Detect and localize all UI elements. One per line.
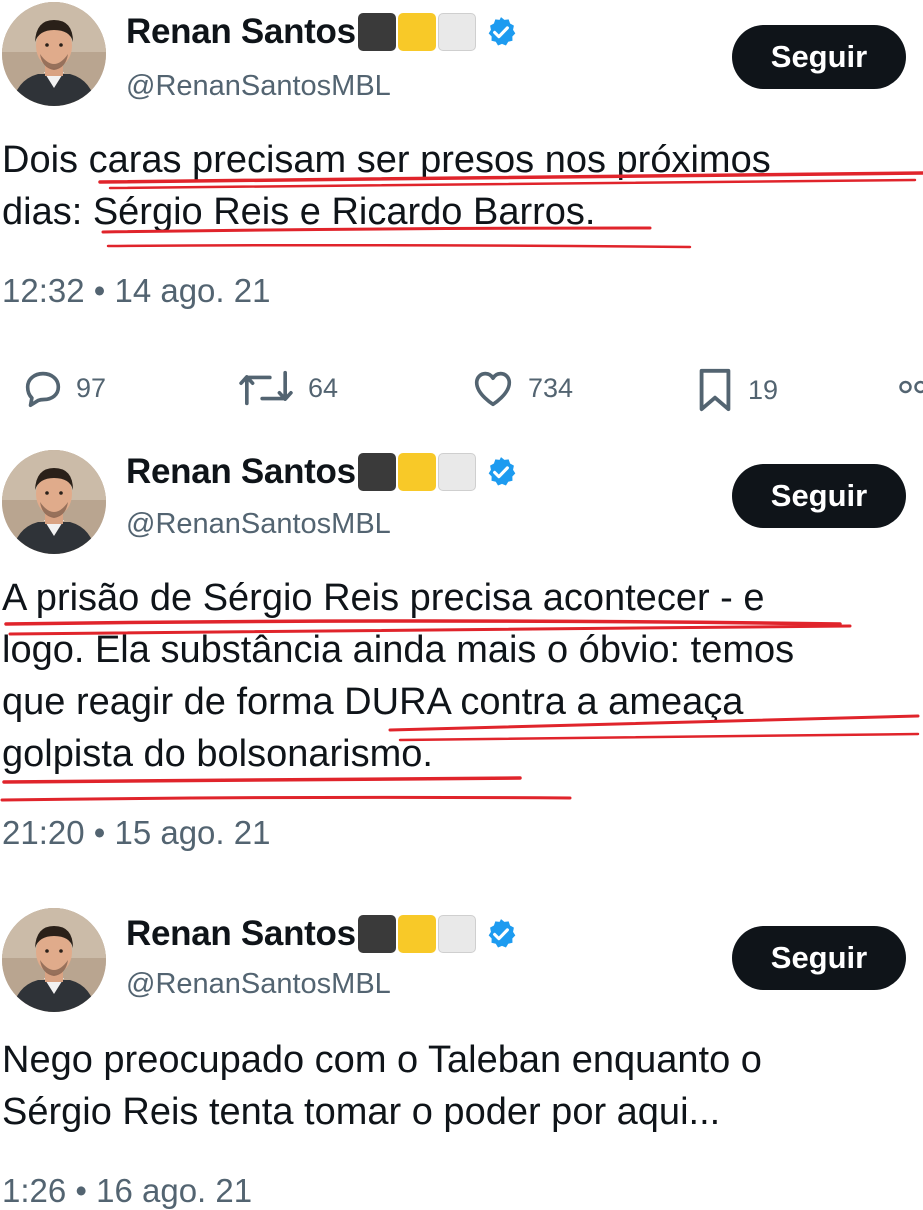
author-name[interactable]: Renan Santos [126, 12, 356, 52]
author-handle[interactable]: @RenanSantosMBL [126, 508, 391, 541]
yellow-square-emoji [398, 13, 436, 51]
follow-button[interactable]: Seguir [732, 25, 906, 89]
tweet-1: Renan Santos @RenanSantosMBL Seguir Dois… [0, 0, 923, 440]
tweet-text-line: logo. Ela substância ainda mais o óbvio:… [2, 624, 920, 676]
like-icon [468, 365, 518, 411]
retweet-button[interactable]: 64 [234, 365, 338, 411]
author-name[interactable]: Renan Santos [126, 914, 356, 954]
tweet-text-line: dias: Sérgio Reis e Ricardo Barros. [2, 186, 920, 238]
author-handle[interactable]: @RenanSantosMBL [126, 70, 391, 103]
black-square-emoji [358, 453, 396, 491]
share-icon [898, 372, 923, 402]
yellow-square-emoji [398, 453, 436, 491]
avatar[interactable] [2, 2, 106, 106]
retweet-count: 64 [308, 373, 338, 404]
like-count: 734 [528, 373, 573, 404]
author-row: Renan Santos [126, 452, 518, 492]
avatar[interactable] [2, 908, 106, 1012]
yellow-square-emoji [398, 915, 436, 953]
follow-button[interactable]: Seguir [732, 464, 906, 528]
black-square-emoji [358, 13, 396, 51]
white-square-emoji [438, 453, 476, 491]
tweet-2: Renan Santos @RenanSantosMBL Seguir A pr… [0, 448, 923, 888]
black-square-emoji [358, 915, 396, 953]
tweet-actions: 97 64 734 19 [0, 360, 923, 420]
avatar[interactable] [2, 450, 106, 554]
reply-count: 97 [76, 373, 106, 404]
tweet-text-line: Nego preocupado com o Taleban enquanto o [2, 1034, 920, 1086]
author-name[interactable]: Renan Santos [126, 452, 356, 492]
author-handle[interactable]: @RenanSantosMBL [126, 968, 391, 1001]
verified-badge-icon [484, 455, 518, 489]
bookmark-button[interactable]: 19 [692, 365, 778, 415]
author-row: Renan Santos [126, 914, 518, 954]
verified-badge-icon [484, 15, 518, 49]
retweet-icon [234, 365, 298, 411]
white-square-emoji [438, 915, 476, 953]
tweet-text-line: Dois caras precisam ser presos nos próxi… [2, 134, 920, 186]
tweet-text-line: golpista do bolsonarismo. [2, 728, 920, 780]
bookmark-count: 19 [748, 375, 778, 406]
tweet-text-line: que reagir de forma DURA contra a ameaça [2, 676, 920, 728]
author-row: Renan Santos [126, 12, 518, 52]
reply-icon [20, 365, 66, 411]
verified-badge-icon [484, 917, 518, 951]
bookmark-icon [692, 365, 738, 415]
tweet-3: Renan Santos @RenanSantosMBL Seguir Nego… [0, 908, 923, 1200]
white-square-emoji [438, 13, 476, 51]
tweet-text-line: A prisão de Sérgio Reis precisa acontece… [2, 572, 920, 624]
tweet-timestamp[interactable]: 21:20 • 15 ago. 21 [2, 814, 270, 852]
like-button[interactable]: 734 [468, 365, 573, 411]
reply-button[interactable]: 97 [20, 365, 106, 411]
tweet-text-line: Sérgio Reis tenta tomar o poder por aqui… [2, 1086, 920, 1138]
tweet-timestamp[interactable]: 12:32 • 14 ago. 21 [2, 272, 270, 310]
follow-button[interactable]: Seguir [732, 926, 906, 990]
tweet-timestamp[interactable]: 1:26 • 16 ago. 21 [2, 1172, 252, 1210]
share-button[interactable] [898, 372, 923, 402]
